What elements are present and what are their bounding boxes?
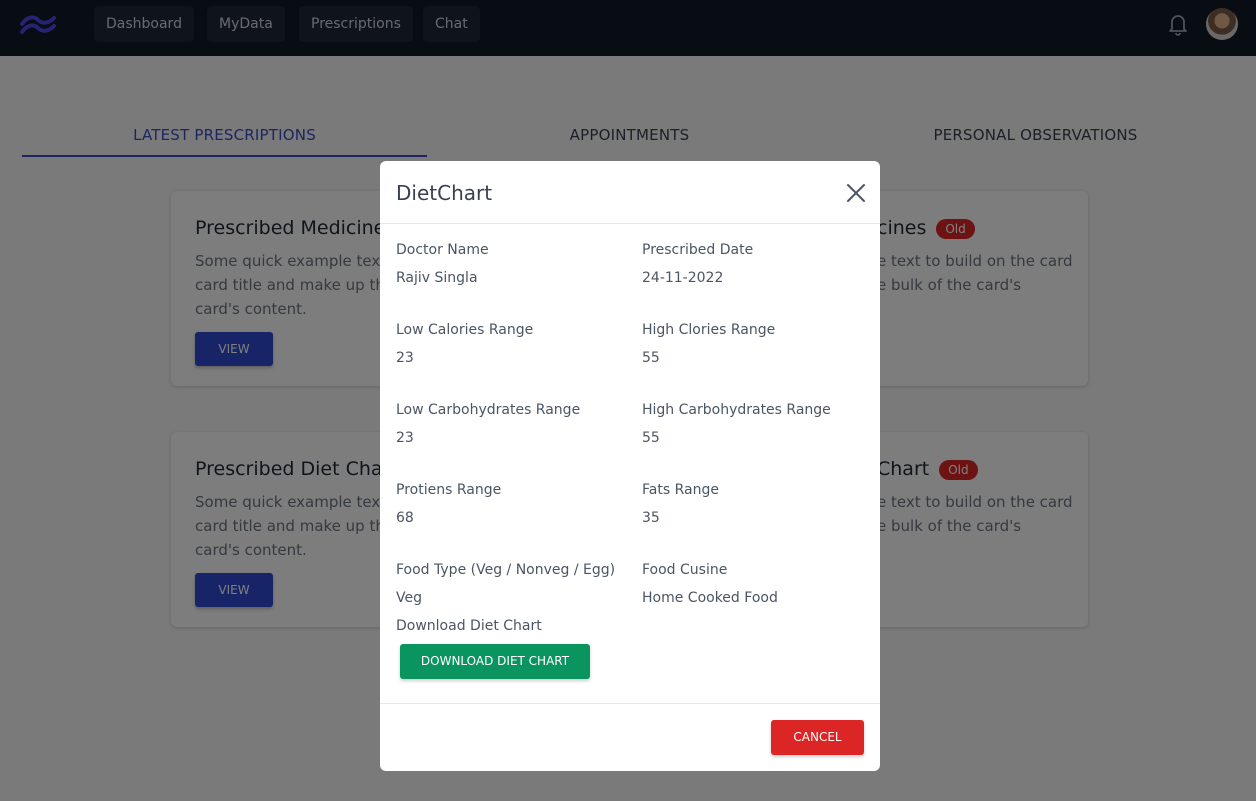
low-calories-label: Low Calories Range (396, 322, 534, 338)
high-calories-value: 55 (642, 350, 660, 366)
fats-label: Fats Range (642, 482, 719, 498)
download-diet-chart-label: Download Diet Chart (396, 618, 542, 634)
modal-footer-divider (380, 703, 880, 704)
low-carbohydrates-label: Low Carbohydrates Range (396, 402, 581, 418)
diet-chart-modal: DietChart Doctor Name Rajiv Singla Presc… (380, 161, 880, 771)
high-carbohydrates-value: 55 (642, 430, 660, 446)
cancel-button[interactable]: CANCEL (771, 720, 864, 755)
prescribed-date-value: 24-11-2022 (642, 270, 724, 286)
modal-title: DietChart (396, 181, 493, 205)
food-type-value: Veg (396, 590, 422, 606)
food-cuisine-label: Food Cusine (642, 562, 728, 578)
food-type-label: Food Type (Veg / Nonveg / Egg) (396, 562, 616, 578)
modal-header: DietChart (380, 161, 880, 224)
doctor-name-value: Rajiv Singla (396, 270, 478, 286)
food-cuisine-value: Home Cooked Food (642, 590, 778, 606)
proteins-value: 68 (396, 510, 414, 526)
doctor-name-label: Doctor Name (396, 242, 489, 258)
high-calories-label: High Clories Range (642, 322, 776, 338)
low-calories-value: 23 (396, 350, 414, 366)
fats-value: 35 (642, 510, 660, 526)
prescribed-date-label: Prescribed Date (642, 242, 754, 258)
download-diet-chart-button[interactable]: DOWNLOAD DIET CHART (400, 644, 590, 679)
close-icon[interactable] (844, 181, 868, 205)
proteins-label: Protiens Range (396, 482, 502, 498)
low-carbohydrates-value: 23 (396, 430, 414, 446)
high-carbohydrates-label: High Carbohydrates Range (642, 402, 831, 418)
